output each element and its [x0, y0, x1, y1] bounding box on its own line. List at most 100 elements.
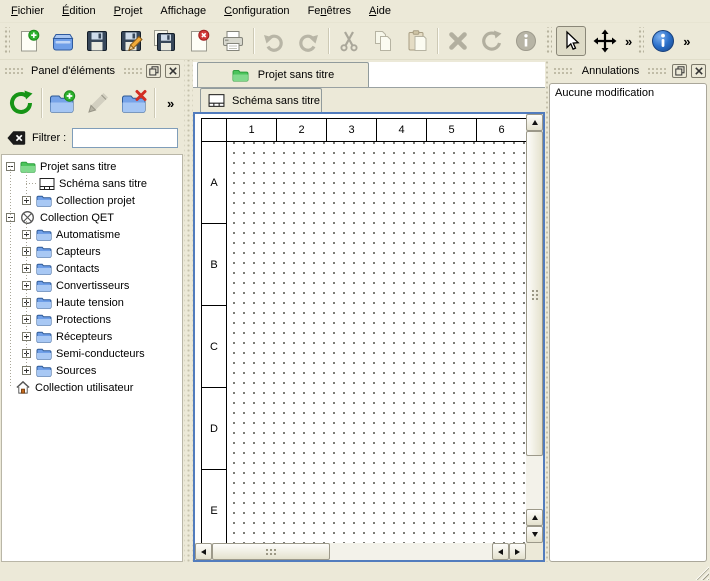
left-splitter-handle[interactable]	[184, 60, 193, 562]
new-element-button[interactable]	[44, 85, 80, 121]
close-file-button[interactable]	[182, 25, 216, 57]
open-folder-icon	[51, 29, 75, 53]
scroll-up-button[interactable]	[526, 509, 543, 526]
folder-blue-icon	[35, 193, 52, 208]
menu-configuration[interactable]: Configuration	[215, 1, 298, 21]
tree-item-convertisseurs[interactable]: Convertisseurs	[2, 277, 182, 294]
scroll-left-button[interactable]	[195, 543, 212, 560]
filter-row: Filtrer :	[0, 124, 184, 152]
tree-item-projet-sans-titre[interactable]: Projet sans titre	[2, 158, 182, 175]
tree-item-automatisme[interactable]: Automatisme	[2, 226, 182, 243]
info-blue-icon	[650, 28, 676, 54]
folder-blue-icon	[35, 346, 52, 361]
close-icon	[168, 66, 178, 76]
about-qet-button[interactable]	[646, 25, 680, 57]
toolbar-overflow-button[interactable]: »	[622, 34, 635, 49]
float-panel-button[interactable]	[146, 64, 161, 78]
elements-panel-titlebar[interactable]: Panel d'éléments	[0, 60, 184, 82]
tree-guide-line	[26, 183, 37, 184]
toolbar-separator	[437, 28, 438, 54]
arrow-down-icon	[532, 532, 538, 537]
move-tool-button[interactable]	[588, 25, 622, 57]
tree-item-haute-tension[interactable]: Haute tension	[2, 294, 182, 311]
tree-item-contacts[interactable]: Contacts	[2, 260, 182, 277]
element-infos-button[interactable]	[509, 25, 543, 57]
paste-button[interactable]	[400, 25, 434, 57]
horizontal-scrollbar[interactable]	[195, 543, 526, 560]
menu-affichage[interactable]: Affichage	[151, 1, 215, 21]
row-label: C	[201, 306, 227, 388]
tab-projet-sans-titre[interactable]: Projet sans titre	[197, 62, 369, 87]
print-button[interactable]	[216, 25, 250, 57]
cursor-arrow-icon	[560, 30, 582, 52]
resize-grip[interactable]	[695, 566, 709, 580]
menu-bar: Fichier Édition Projet Affichage Configu…	[0, 0, 710, 23]
clear-filter-icon[interactable]	[6, 129, 26, 147]
tree-item-collection-utilisateur[interactable]: Collection utilisateur	[2, 379, 182, 396]
menu-edition[interactable]: Édition	[53, 1, 105, 21]
menu-projet[interactable]: Projet	[105, 1, 152, 21]
tree-item-label: Convertisseurs	[56, 280, 129, 292]
horizontal-scrollbar-thumb[interactable]	[212, 543, 330, 560]
schema-sheet-icon	[38, 176, 55, 191]
panel-toolbar-overflow-button[interactable]: »	[167, 96, 174, 111]
reload-collections-button[interactable]	[3, 85, 39, 121]
delete-icon	[446, 29, 470, 53]
select-tool-button[interactable]	[556, 26, 586, 56]
save-as-button[interactable]	[114, 25, 148, 57]
toolbar-drag-handle[interactable]	[637, 27, 644, 55]
column-header: 5	[427, 118, 477, 142]
copy-button[interactable]	[366, 25, 400, 57]
undo-button[interactable]	[257, 25, 291, 57]
diagram-view[interactable]: 1 2 3 4 5 6 A B C D E	[193, 112, 545, 562]
save-all-button[interactable]	[148, 25, 182, 57]
undo-panel-titlebar[interactable]: Annulations	[549, 60, 710, 82]
scroll-down-button[interactable]	[526, 526, 543, 543]
undo-history-list[interactable]: Aucune modification	[549, 83, 707, 562]
delete-element-button[interactable]	[116, 85, 152, 121]
menu-fenetres[interactable]: Fenêtres	[299, 1, 360, 21]
folder-blue-icon	[35, 227, 52, 242]
toolbar-drag-handle[interactable]	[3, 27, 10, 55]
tree-item-capteurs[interactable]: Capteurs	[2, 243, 182, 260]
tree-item-collection-qet[interactable]: Collection QET	[2, 209, 182, 226]
tree-item-semi-conducteurs[interactable]: Semi-conducteurs	[2, 345, 182, 362]
new-file-button[interactable]	[12, 25, 46, 57]
row-label: E	[201, 470, 227, 543]
redo-button[interactable]	[291, 25, 325, 57]
row-label-column: A B C D E	[201, 142, 526, 543]
toolbar-overflow-button[interactable]: »	[680, 34, 693, 49]
cut-button[interactable]	[332, 25, 366, 57]
tree-item-sources[interactable]: Sources	[2, 362, 182, 379]
folder-blue-icon	[35, 363, 52, 378]
scroll-up-button[interactable]	[526, 114, 543, 131]
thumb-grip	[530, 288, 539, 300]
menu-aide[interactable]: Aide	[360, 1, 400, 21]
tab-schema-sans-titre[interactable]: Schéma sans titre	[200, 88, 322, 112]
tree-item-protections[interactable]: Protections	[2, 311, 182, 328]
close-file-icon	[187, 29, 211, 53]
scroll-left-button[interactable]	[492, 543, 509, 560]
rotate-button[interactable]	[475, 25, 509, 57]
delete-button[interactable]	[441, 25, 475, 57]
vertical-scrollbar[interactable]	[526, 114, 543, 543]
tree-item-label: Semi-conducteurs	[56, 348, 145, 360]
toolbar-drag-handle[interactable]	[545, 27, 552, 55]
diagram-canvas[interactable]: 1 2 3 4 5 6 A B C D E	[195, 114, 526, 543]
menu-fichier[interactable]: Fichier	[2, 1, 53, 21]
scroll-right-button[interactable]	[509, 543, 526, 560]
open-file-button[interactable]	[46, 25, 80, 57]
toolbar-separator	[154, 88, 155, 118]
folder-blue-icon	[35, 244, 52, 259]
tree-item-recepteurs[interactable]: Récepteurs	[2, 328, 182, 345]
save-button[interactable]	[80, 25, 114, 57]
filter-input[interactable]	[72, 128, 178, 148]
tree-item-collection-projet[interactable]: Collection projet	[2, 192, 182, 209]
undo-list-item[interactable]: Aucune modification	[552, 86, 704, 100]
vertical-scrollbar-thumb[interactable]	[526, 131, 543, 456]
close-panel-button[interactable]	[165, 64, 180, 78]
float-panel-button[interactable]	[672, 64, 687, 78]
row-label: B	[201, 224, 227, 306]
edit-element-button[interactable]	[80, 85, 116, 121]
close-panel-button[interactable]	[691, 64, 706, 78]
